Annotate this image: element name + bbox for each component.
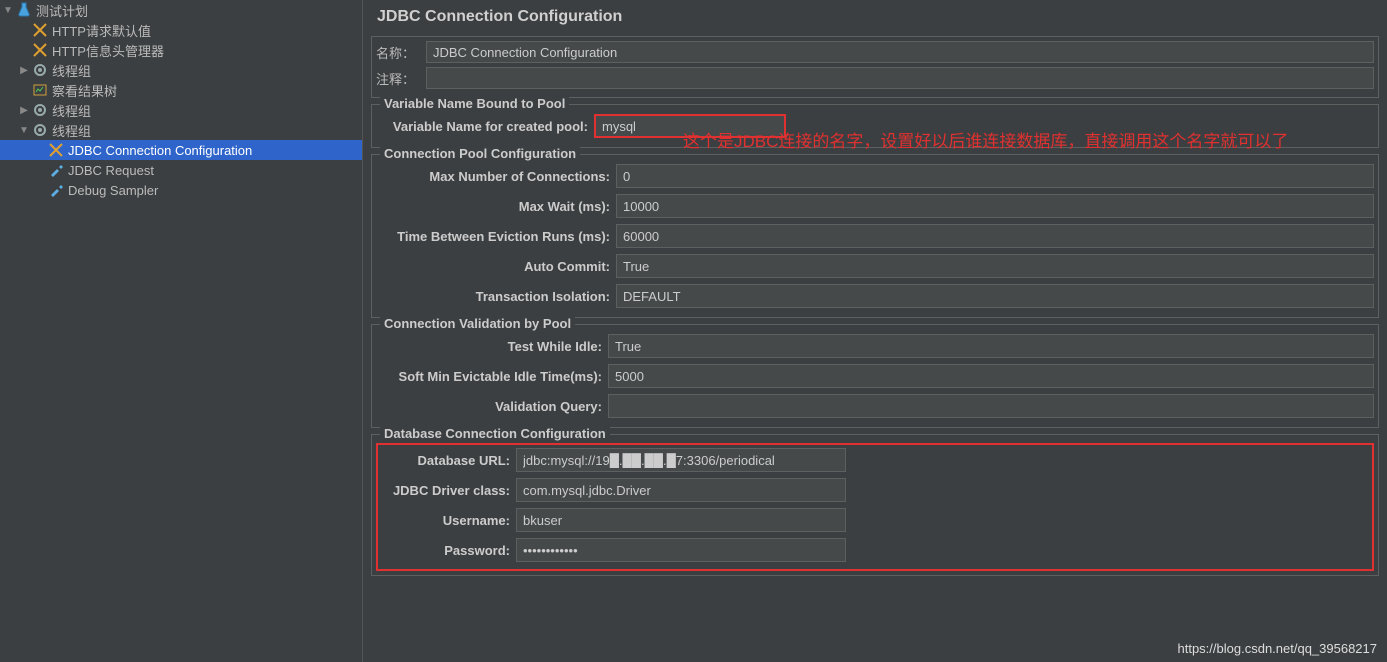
max-conn-label: Max Number of Connections: <box>376 169 616 184</box>
tree-jdbc-request[interactable]: JDBC Request <box>0 160 362 180</box>
auto-commit-label: Auto Commit: <box>376 259 616 274</box>
db-driver-label: JDBC Driver class: <box>380 483 516 498</box>
group-title: Variable Name Bound to Pool <box>380 96 569 111</box>
tree-thread-group-2[interactable]: ▶ 线程组 <box>0 100 362 120</box>
isolation-label: Transaction Isolation: <box>376 289 616 304</box>
tree-http-header-mgr[interactable]: HTTP信息头管理器 <box>0 40 362 60</box>
eviction-label: Time Between Eviction Runs (ms): <box>376 229 616 244</box>
tree-thread-group-1[interactable]: ▶ 线程组 <box>0 60 362 80</box>
group-validation: Connection Validation by Pool Test While… <box>371 324 1379 428</box>
tree-http-defaults[interactable]: HTTP请求默认值 <box>0 20 362 40</box>
test-idle-select[interactable] <box>608 334 1374 358</box>
group-title: Connection Pool Configuration <box>380 146 580 161</box>
db-red-highlight: Database URL: JDBC Driver class: Usernam… <box>376 443 1374 571</box>
tree-jdbc-conn-config[interactable]: JDBC Connection Configuration <box>0 140 362 160</box>
tree-label: HTTP请求默认值 <box>52 21 151 40</box>
tree-label: 线程组 <box>52 121 91 140</box>
gear-icon <box>32 102 48 118</box>
collapse-icon[interactable]: ▼ <box>18 125 30 136</box>
pipette-icon <box>48 162 64 178</box>
db-driver-input[interactable] <box>516 478 846 502</box>
isolation-select[interactable] <box>616 284 1374 308</box>
watermark-text: https://blog.csdn.net/qq_39568217 <box>1178 641 1378 656</box>
tree-thread-group-3[interactable]: ▼ 线程组 <box>0 120 362 140</box>
panel-title: JDBC Connection Configuration <box>377 8 1379 26</box>
tree-label: 察看结果树 <box>52 81 117 100</box>
tree-label: 线程组 <box>52 61 91 80</box>
tree-label: 线程组 <box>52 101 91 120</box>
tree-label: Debug Sampler <box>68 183 158 198</box>
expand-icon[interactable]: ▶ <box>18 105 30 116</box>
group-db: Database Connection Configuration Databa… <box>371 434 1379 576</box>
wrench-cross-icon <box>32 22 48 38</box>
comment-input[interactable] <box>426 67 1374 89</box>
wrench-cross-icon <box>48 142 64 158</box>
comment-label: 注释： <box>376 69 426 88</box>
test-plan-tree: ▼ 测试计划 HTTP请求默认值 HTTP信息头管理器 ▶ 线 <box>0 0 363 662</box>
eviction-input[interactable] <box>616 224 1374 248</box>
group-pool: Connection Pool Configuration Max Number… <box>371 154 1379 318</box>
max-conn-input[interactable] <box>616 164 1374 188</box>
flask-icon <box>16 2 32 18</box>
expand-icon[interactable]: ▶ <box>18 65 30 76</box>
tree-label: 测试计划 <box>36 1 88 20</box>
tree-label: JDBC Connection Configuration <box>68 143 252 158</box>
gear-icon <box>32 62 48 78</box>
results-icon <box>32 82 48 98</box>
tree-label: HTTP信息头管理器 <box>52 41 164 60</box>
name-label: 名称： <box>376 43 426 62</box>
soft-min-input[interactable] <box>608 364 1374 388</box>
annotation-text: 这个是JDBC连接的名字，设置好以后谁连接数据库，直接调用这个名字就可以了 <box>683 129 1313 155</box>
db-user-input[interactable] <box>516 508 846 532</box>
soft-min-label: Soft Min Evictable Idle Time(ms): <box>376 369 608 384</box>
db-url-label: Database URL: <box>380 453 516 468</box>
config-panel: JDBC Connection Configuration 名称： 注释： Va… <box>363 0 1387 662</box>
validation-query-label: Validation Query: <box>376 399 608 414</box>
max-wait-label: Max Wait (ms): <box>376 199 616 214</box>
name-input[interactable] <box>426 41 1374 63</box>
wrench-cross-icon <box>32 42 48 58</box>
group-title: Connection Validation by Pool <box>380 316 575 331</box>
validation-query-input[interactable] <box>608 394 1374 418</box>
db-pass-input[interactable] <box>516 538 846 562</box>
collapse-icon[interactable]: ▼ <box>2 5 14 16</box>
gear-icon <box>32 122 48 138</box>
db-user-label: Username: <box>380 513 516 528</box>
db-pass-label: Password: <box>380 543 516 558</box>
varname-label: Variable Name for created pool: <box>376 119 594 134</box>
tree-label: JDBC Request <box>68 163 154 178</box>
group-title: Database Connection Configuration <box>380 426 610 441</box>
tree-debug-sampler[interactable]: Debug Sampler <box>0 180 362 200</box>
pencil-icon <box>48 182 64 198</box>
auto-commit-select[interactable] <box>616 254 1374 278</box>
tree-view-results[interactable]: 察看结果树 <box>0 80 362 100</box>
test-idle-label: Test While Idle: <box>376 339 608 354</box>
max-wait-input[interactable] <box>616 194 1374 218</box>
tree-root-test-plan[interactable]: ▼ 测试计划 <box>0 0 362 20</box>
db-url-input[interactable] <box>516 448 846 472</box>
